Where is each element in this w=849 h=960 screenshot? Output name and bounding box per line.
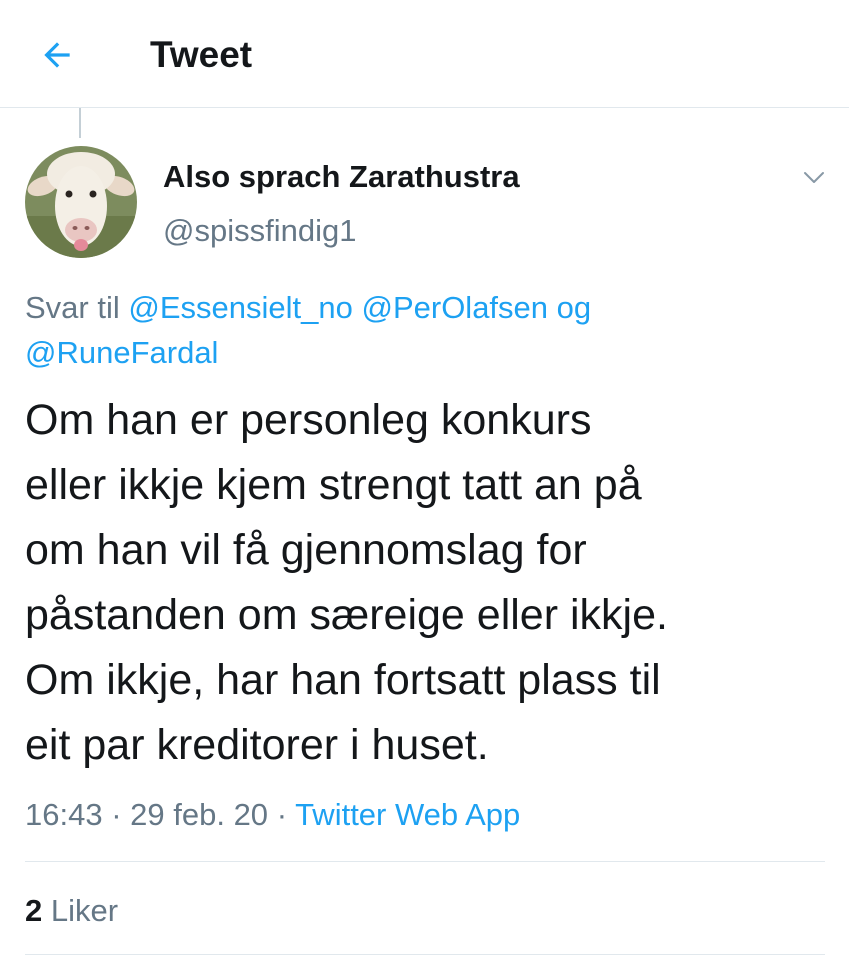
tweet-date: 29 feb. 20 (130, 797, 269, 832)
author-handle[interactable]: @spissfindig1 (163, 212, 356, 250)
page-title: Tweet (150, 34, 253, 75)
tweet-text: Om han er personleg konkurs eller ikkje … (25, 396, 668, 769)
chevron-down-icon (804, 172, 824, 183)
mention-link[interactable]: @PerOlafsen (361, 290, 548, 325)
back-button[interactable] (34, 32, 80, 78)
reply-to-conjunction[interactable]: og (557, 290, 591, 325)
author-display-name[interactable]: Also sprach Zarathustra (163, 158, 520, 196)
tweet-time: 16:43 (25, 797, 103, 832)
tweet-options-button[interactable] (798, 162, 830, 194)
mention-link[interactable]: @Essensielt_no (128, 290, 352, 325)
tweet-metadata: 16:43 · 29 feb. 20 · Twitter Web App (25, 792, 520, 837)
mention-link[interactable]: @RuneFardal (25, 335, 218, 370)
meta-separator: · (111, 797, 122, 832)
reply-to-prefix: Svar til (25, 290, 120, 325)
divider (25, 954, 825, 955)
avatar[interactable] (25, 146, 137, 258)
likes-count: 2 (25, 893, 43, 928)
arrow-left-icon (44, 42, 70, 68)
likes-stat[interactable]: 2 Liker (25, 888, 118, 933)
app-header: Tweet (0, 0, 849, 108)
divider (25, 861, 825, 862)
tweet-source-link[interactable]: Twitter Web App (295, 797, 520, 832)
meta-separator: · (276, 797, 288, 832)
reply-to-line: Svar til @Essensielt_no @PerOlafsen og @R… (25, 285, 825, 375)
thread-connector-line (79, 108, 81, 138)
likes-label: Liker (50, 893, 119, 928)
sheep-avatar-icon (25, 146, 137, 258)
